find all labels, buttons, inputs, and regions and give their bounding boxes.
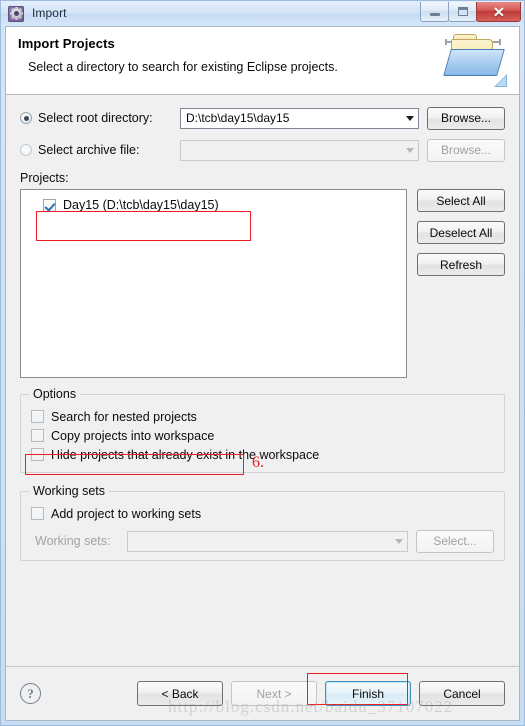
window-title: Import <box>32 6 67 20</box>
chevron-down-icon <box>406 116 414 121</box>
projects-side-buttons: Select All Deselect All Refresh <box>417 189 505 276</box>
working-sets-select-button: Select... <box>416 529 494 553</box>
close-button[interactable]: ✕ <box>476 2 521 22</box>
archive-file-combo <box>180 139 419 161</box>
add-project-to-working-sets-checkbox[interactable]: Add project to working sets <box>31 504 494 523</box>
radio-on-icon <box>20 112 32 124</box>
wizard-page-body: Select root directory: D:\tcb\day15\day1… <box>6 95 519 666</box>
minimize-icon <box>429 12 440 16</box>
option-search-nested-projects[interactable]: Search for nested projects <box>31 407 494 426</box>
minimize-button[interactable] <box>420 2 449 22</box>
option-copy-projects-into-workspace[interactable]: Copy projects into workspace <box>31 426 494 445</box>
projects-list[interactable]: Day15 (D:\tcb\day15\day15) <box>20 189 407 378</box>
option-label: Copy projects into workspace <box>51 428 215 443</box>
working-sets-combo <box>127 530 408 552</box>
open-folder-icon <box>441 31 509 89</box>
screenshot-root: Import ✕ Import Projects Select a direct… <box>0 0 525 726</box>
eclipse-import-gear-icon <box>8 5 24 22</box>
maximize-icon <box>457 7 468 16</box>
cancel-button[interactable]: Cancel <box>419 681 505 706</box>
caption-buttons: ✕ <box>420 2 521 23</box>
dialog-client-area: Import Projects Select a directory to se… <box>5 26 520 721</box>
working-sets-label: Working sets: <box>35 534 111 548</box>
maximize-button[interactable] <box>448 2 477 22</box>
checkbox-unchecked-icon[interactable] <box>31 507 44 520</box>
page-title: Import Projects <box>18 36 115 51</box>
working-sets-group-title: Working sets <box>29 484 110 498</box>
archive-file-row: Select archive file: Browse... <box>20 138 505 162</box>
wizard-buttons: < Back Next > Finish Cancel <box>137 681 505 706</box>
select-root-directory-label: Select root directory: <box>38 111 153 125</box>
dialog-button-bar: ? < Back Next > Finish Cancel <box>6 667 519 720</box>
add-project-label: Add project to working sets <box>51 506 202 521</box>
radio-off-icon <box>20 144 32 156</box>
import-dialog-window: Import ✕ Import Projects Select a direct… <box>0 0 525 726</box>
help-icon[interactable]: ? <box>20 683 41 704</box>
wizard-banner: Import Projects Select a directory to se… <box>6 27 519 95</box>
annotation-step-number: 6. <box>252 454 264 471</box>
select-archive-file-radio[interactable]: Select archive file: <box>20 143 180 157</box>
option-label: Search for nested projects <box>51 409 197 424</box>
next-button: Next > <box>231 681 317 706</box>
refresh-button[interactable]: Refresh <box>417 253 505 276</box>
projects-area: Day15 (D:\tcb\day15\day15) Select All De… <box>20 189 505 378</box>
working-sets-row: Working sets: Select... <box>31 529 494 553</box>
list-item[interactable]: Day15 (D:\tcb\day15\day15) <box>21 196 406 214</box>
chevron-down-icon <box>395 539 403 544</box>
browse-directory-button[interactable]: Browse... <box>427 106 505 130</box>
select-archive-file-label: Select archive file: <box>38 143 140 157</box>
back-button[interactable]: < Back <box>137 681 223 706</box>
chevron-down-icon <box>406 148 414 153</box>
close-icon: ✕ <box>492 3 505 20</box>
finish-button[interactable]: Finish <box>325 681 411 706</box>
projects-label: Projects: <box>20 171 69 185</box>
project-name: Day15 (D:\tcb\day15\day15) <box>63 198 219 212</box>
checkbox-unchecked-icon[interactable] <box>31 448 44 461</box>
root-directory-value: D:\tcb\day15\day15 <box>186 111 290 125</box>
option-label: Hide projects that already exist in the … <box>51 447 320 462</box>
project-checkbox[interactable] <box>43 198 56 212</box>
deselect-all-button[interactable]: Deselect All <box>417 221 505 244</box>
checkbox-unchecked-icon[interactable] <box>31 410 44 423</box>
page-description: Select a directory to search for existin… <box>28 60 338 74</box>
select-root-directory-radio[interactable]: Select root directory: <box>20 111 180 125</box>
checkbox-unchecked-icon[interactable] <box>31 429 44 442</box>
select-all-button[interactable]: Select All <box>417 189 505 212</box>
browse-archive-button: Browse... <box>427 138 505 162</box>
working-sets-group: Working sets Add project to working sets… <box>20 484 505 561</box>
root-directory-row: Select root directory: D:\tcb\day15\day1… <box>20 106 505 130</box>
options-group-title: Options <box>29 387 81 401</box>
title-bar: Import ✕ <box>1 1 524 26</box>
root-directory-combo[interactable]: D:\tcb\day15\day15 <box>180 107 419 129</box>
